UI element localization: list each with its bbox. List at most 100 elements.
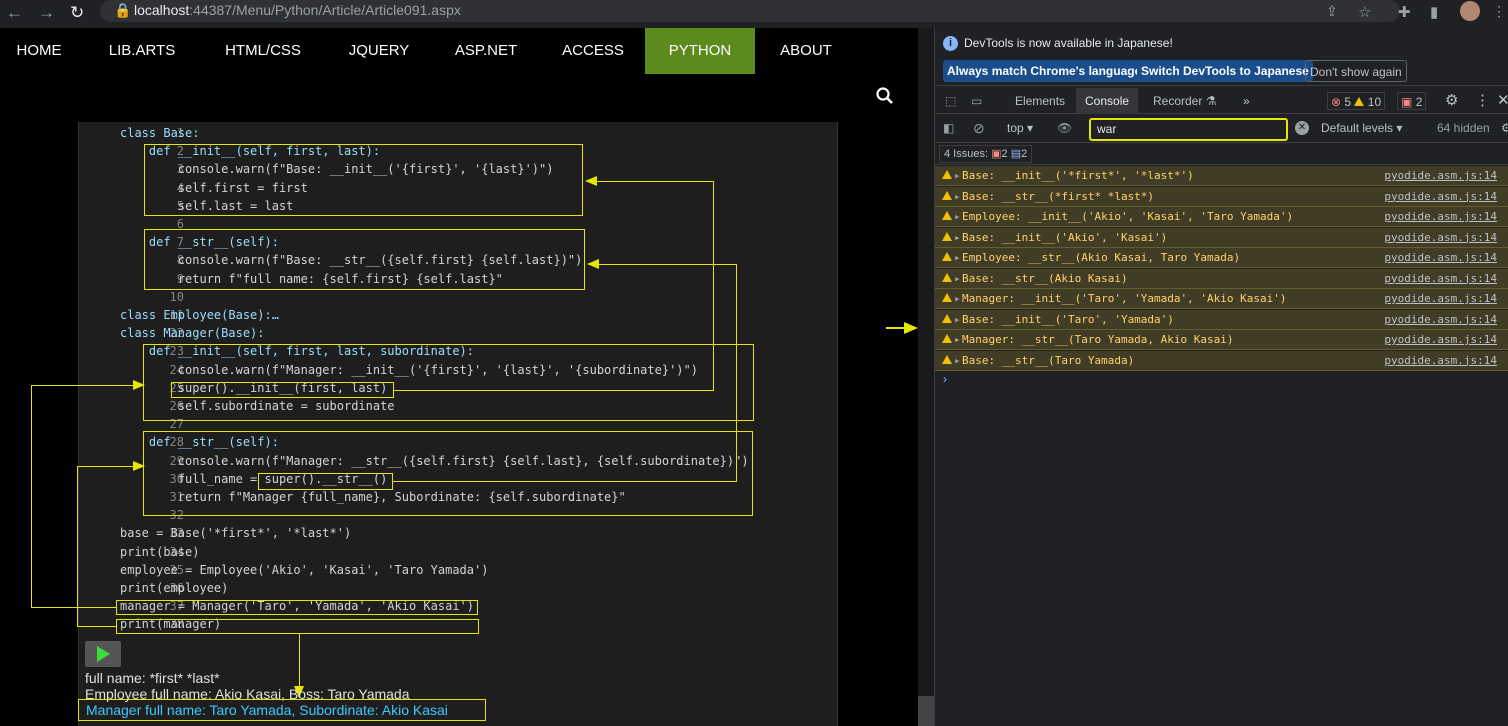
source-link[interactable]: pyodide.asm.js:14 [1384,330,1497,350]
error-icon: ⊗ [1331,95,1342,109]
expand-icon[interactable]: ▸ [954,228,961,248]
warning-icon [942,187,952,207]
console-filter-bar: ◧ ⊘ top ▾ 👁 war ✕ Default levels ▾ 64 hi… [935,115,1508,143]
avatar[interactable] [1460,1,1480,21]
close-devtools-icon[interactable]: ✕ [1497,88,1508,114]
hidden-count: 64 hidden [1437,121,1490,135]
log-levels-dropdown[interactable]: Default levels ▾ [1321,115,1402,141]
console-warning-row[interactable]: ▸ Base: __str__(Taro Yamada) pyodide.asm.j… [935,350,1508,371]
console-message-text: ▸ Base: __str__(*first* *last*) [954,187,1154,207]
source-link[interactable]: pyodide.asm.js:14 [1384,310,1497,330]
console-warning-row[interactable]: ▸ Base: __init__('*first*', '*last*') pyod… [935,166,1508,186]
star-icon[interactable]: ☆ [1358,3,1371,21]
dont-show-button[interactable]: Don't show again [1305,60,1407,82]
console-message-text: ▸ Manager: __init__('Taro', 'Yamada', 'Ak… [954,289,1287,309]
console-settings-icon[interactable]: ⚙ [1501,115,1508,141]
issues-bar[interactable]: 4 Issues: ▣2 ▤2 [935,143,1508,165]
extensions-icon[interactable]: ✚ [1398,3,1411,21]
console-prompt-icon[interactable]: › [943,372,947,386]
issues-icon: ▣ [1401,95,1413,109]
switch-japanese-button[interactable]: Switch DevTools to Japanese [1137,60,1313,82]
expand-icon[interactable]: ▸ [954,248,961,268]
error-count: 5 [1344,95,1352,109]
console-message-text: ▸ Manager: __str__(Taro Yamada, Akio Kasa… [954,330,1234,350]
console-warning-row[interactable]: ▸ Base: __init__('Taro', 'Yamada') pyodide… [935,309,1508,330]
inspect-icon[interactable]: ⬚ [945,88,956,114]
warning-icon [942,330,952,350]
console-warning-row[interactable]: ▸ Manager: __init__('Taro', 'Yamada', 'Ak… [935,289,1508,309]
tab-console[interactable]: Console [1076,88,1139,114]
console-warning-row[interactable]: ▸ Employee: __init__('Akio', 'Kasai', 'Ta… [935,207,1508,227]
console-warning-row[interactable]: ▸ Base: __str__(Akio Kasai) pyodide.asm.js… [935,268,1508,289]
console-message-text: ▸ Base: __init__('*first*', '*last*') [954,166,1194,186]
expand-icon[interactable]: ▸ [954,330,961,350]
issue-error-icon: ▣ [991,148,1002,160]
expand-icon[interactable]: ▸ [954,187,961,207]
expand-icon[interactable]: ▸ [954,166,961,186]
expand-icon[interactable]: ▸ [954,310,961,330]
menu-icon[interactable]: ⋮ [1492,3,1506,20]
page-scrollbar[interactable] [918,28,934,726]
console-warning-row[interactable]: ▸ Manager: __str__(Taro Yamada, Akio Kasa… [935,330,1508,350]
output-highlight: Manager full name: Taro Yamada, Subordin… [78,699,486,721]
context-label: top [1007,121,1024,135]
console-message-text: ▸ Employee: __str__(Akio Kasai, Taro Yama… [954,248,1240,268]
console-message-text: ▸ Employee: __init__('Akio', 'Kasai', 'Ta… [954,207,1293,227]
device-toolbar-icon[interactable]: ▭ [971,88,982,114]
expand-icon[interactable]: ▸ [954,207,961,227]
console-warning-row[interactable]: ▸ Employee: __str__(Akio Kasai, Taro Yama… [935,248,1508,268]
context-selector[interactable]: top ▾ [1007,115,1033,141]
warning-icon [942,310,952,330]
clear-console-icon[interactable]: ⊘ [973,115,985,141]
warning-icon [942,289,952,309]
warning-icon [942,269,952,289]
devtools-panel: i DevTools is now available in Japanese!… [934,28,1508,726]
arrow-heads [133,176,928,698]
share-icon[interactable]: ⇪ [1326,3,1338,20]
output-line: full name: *first* *last* [85,670,220,686]
sidebar-toggle-icon[interactable]: ◧ [943,115,954,141]
devtools-tabs: ⬚ ▭ Elements Console Recorder ⚗ » ⊗ 5 10… [935,88,1508,114]
warning-icon [942,166,952,186]
source-link[interactable]: pyodide.asm.js:14 [1384,187,1497,207]
expand-icon[interactable]: ▸ [954,351,961,371]
live-expression-icon[interactable]: 👁 [1057,115,1072,141]
warning-icon [942,351,952,371]
source-link[interactable]: pyodide.asm.js:14 [1384,289,1497,309]
console-message-text: ▸ Base: __str__(Taro Yamada) [954,351,1134,371]
more-tabs-icon[interactable]: » [1243,88,1250,114]
warning-icon [1354,97,1365,106]
issue-error-count: 2 [1001,148,1008,160]
log-levels-label: Default levels [1321,121,1394,135]
run-button[interactable] [85,641,121,667]
issue-info-count: 2 [1021,148,1028,160]
scrollbar-thumb[interactable] [918,696,934,726]
issue-info-icon: ▤ [1010,148,1022,160]
console-warning-row[interactable]: ▸ Base: __init__('Akio', 'Kasai') pyodide.… [935,227,1508,248]
clear-filter-icon[interactable]: ✕ [1295,121,1309,135]
language-banner: i DevTools is now available in Japanese!… [935,28,1508,86]
info-icon: i [943,36,958,51]
console-message-text: ▸ Base: __init__('Akio', 'Kasai') [954,228,1167,248]
match-language-button[interactable]: Always match Chrome's language [943,60,1146,82]
source-link[interactable]: pyodide.asm.js:14 [1384,228,1497,248]
tab-recorder[interactable]: Recorder ⚗ [1153,88,1216,114]
source-link[interactable]: pyodide.asm.js:14 [1384,166,1497,186]
issues-label: 4 Issues: [944,148,989,160]
console-message-text: ▸ Base: __init__('Taro', 'Yamada') [954,310,1174,330]
expand-icon[interactable]: ▸ [954,269,961,289]
source-link[interactable]: pyodide.asm.js:14 [1384,207,1497,227]
more-options-icon[interactable]: ⋮ [1475,88,1490,114]
source-link[interactable]: pyodide.asm.js:14 [1384,351,1497,371]
filter-input[interactable]: war [1089,118,1288,141]
sidebar-icon[interactable]: ▮ [1430,3,1438,21]
expand-icon[interactable]: ▸ [954,289,961,309]
warning-icon [942,207,952,227]
source-link[interactable]: pyodide.asm.js:14 [1384,269,1497,289]
source-link[interactable]: pyodide.asm.js:14 [1384,248,1497,268]
warning-count: 10 [1367,95,1382,109]
tab-elements[interactable]: Elements [1015,88,1065,114]
console-warning-row[interactable]: ▸ Base: __str__(*first* *last*) pyodide.as… [935,186,1508,207]
warning-icon [942,228,952,248]
settings-icon[interactable]: ⚙ [1445,88,1458,114]
